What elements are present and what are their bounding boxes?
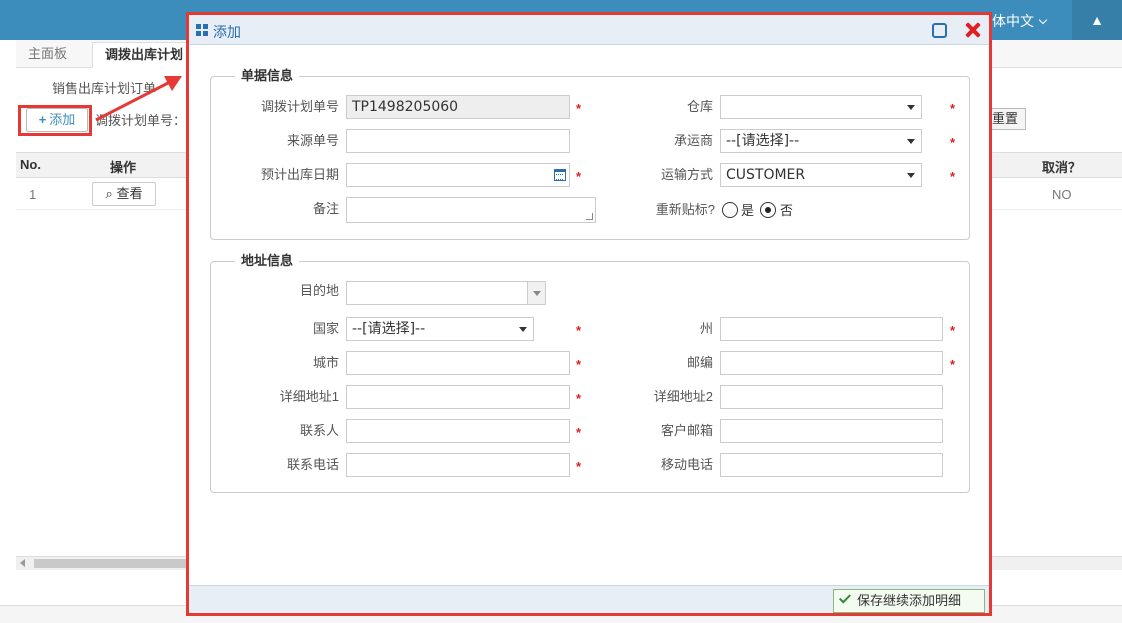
transport-select[interactable]: CUSTOMER [720, 163, 922, 187]
required-mark: * [576, 101, 582, 116]
chevron-down-icon [907, 105, 915, 110]
remark-label: 备注 [312, 201, 339, 216]
relabel-no-label[interactable]: 否 [780, 203, 793, 219]
source-no-field[interactable] [346, 129, 570, 153]
save-continue-button[interactable]: 保存继续添加明细 [833, 589, 985, 613]
ship-date-label: 预计出库日期 [260, 167, 339, 182]
chevron-down-icon[interactable] [527, 282, 545, 304]
tree-button[interactable]: ▲ [1072, 0, 1122, 40]
country-value: --[请选择]-- [352, 321, 426, 337]
plan-no-label: 调拨计划单号 [260, 99, 339, 114]
city-label: 城市 [312, 355, 339, 370]
highlight-box [18, 105, 92, 136]
country-label: 国家 [312, 321, 339, 336]
add-dialog: 添加 单据信息 调拨计划单号 TP1498205060 * 来源单号 预计出库日… [186, 12, 992, 616]
address1-field[interactable] [346, 385, 570, 409]
email-label: 客户邮箱 [660, 423, 713, 438]
dialog-titlebar[interactable]: 添加 [189, 15, 989, 45]
relabel-no-radio[interactable] [760, 202, 776, 218]
transport-label: 运输方式 [660, 167, 713, 182]
view-button-label: 查看 [116, 186, 143, 201]
maximize-icon[interactable] [932, 23, 947, 38]
phone-field[interactable] [346, 453, 570, 477]
remark-textarea[interactable] [346, 197, 596, 223]
transport-value: CUSTOMER [726, 167, 806, 183]
column-no: No. [20, 157, 41, 172]
carrier-label: 承运商 [673, 133, 713, 148]
state-label: 州 [699, 321, 713, 336]
required-mark: * [950, 357, 956, 372]
tab-transfer-plan[interactable]: 调拨出库计划 [92, 42, 197, 68]
language-label: 体中文 [992, 13, 1034, 29]
tab-label: 调拨出库计划 [105, 47, 184, 62]
relabel-yes-label[interactable]: 是 [741, 203, 754, 219]
save-continue-label: 保存继续添加明细 [857, 593, 962, 608]
required-mark: * [576, 391, 582, 406]
chevron-down-icon [1038, 15, 1048, 25]
city-field[interactable] [346, 351, 570, 375]
required-mark: * [950, 169, 956, 184]
relabel-yes-radio[interactable] [722, 202, 738, 218]
grid-icon [196, 24, 208, 36]
contact-label: 联系人 [299, 423, 339, 438]
ship-date-field[interactable] [346, 163, 570, 187]
source-no-label: 来源单号 [286, 133, 339, 148]
language-selector[interactable]: 体中文 [992, 11, 1048, 31]
search-icon: ⌕ [105, 186, 117, 201]
carrier-select[interactable]: --[请选择]-- [720, 129, 922, 153]
state-field[interactable] [720, 317, 943, 341]
required-mark: * [950, 323, 956, 338]
filter-label: 调拨计划单号： [95, 113, 187, 128]
country-select[interactable]: --[请选择]-- [346, 317, 534, 341]
zip-label: 邮编 [686, 355, 713, 370]
calendar-icon[interactable] [554, 169, 566, 181]
address2-field[interactable] [720, 385, 943, 409]
email-field[interactable] [720, 419, 943, 443]
required-mark: * [576, 459, 582, 474]
section-title: 地址信息 [235, 253, 300, 269]
contact-field[interactable] [346, 419, 570, 443]
plan-no-field: TP1498205060 [346, 95, 570, 119]
row-number: 1 [29, 187, 37, 202]
column-operation: 操作 [110, 160, 137, 175]
tab-dashboard[interactable]: 主面板 [16, 42, 79, 68]
mobile-field[interactable] [720, 453, 943, 477]
warehouse-label: 仓库 [686, 99, 713, 114]
destination-label: 目的地 [299, 283, 339, 298]
zip-field[interactable] [720, 351, 943, 375]
panel-legend: 销售出库计划订单 [52, 81, 157, 96]
chevron-down-icon [907, 139, 915, 144]
required-mark: * [576, 357, 582, 372]
dialog-title: 添加 [213, 24, 241, 40]
carrier-value: --[请选择]-- [726, 133, 800, 149]
required-mark: * [576, 169, 582, 184]
check-icon [838, 591, 852, 604]
dialog-footer: 保存继续添加明细 [189, 585, 989, 613]
column-cancel[interactable]: 取消？ [1042, 157, 1081, 176]
address1-label: 详细地址1 [279, 389, 339, 404]
view-button[interactable]: ⌕ 查看 [92, 182, 156, 206]
address2-label: 详细地址2 [653, 389, 713, 404]
cancel-value: NO [1052, 187, 1072, 202]
mobile-label: 移动电话 [660, 457, 713, 472]
required-mark: * [576, 323, 582, 338]
chevron-down-icon [519, 327, 527, 332]
section-title: 单据信息 [235, 68, 300, 84]
chevron-down-icon [907, 173, 915, 178]
close-icon[interactable] [963, 20, 983, 40]
tab-label: 主面板 [28, 46, 68, 61]
required-mark: * [576, 425, 582, 440]
resize-grip-icon[interactable] [586, 213, 593, 220]
destination-combo[interactable] [346, 281, 546, 305]
phone-label: 联系电话 [286, 457, 339, 472]
relabel-label: 重新贴标? [655, 202, 715, 217]
required-mark: * [950, 135, 956, 150]
scroll-left-icon[interactable] [20, 559, 25, 567]
required-mark: * [950, 101, 956, 116]
tree-icon: ▲ [1090, 12, 1104, 28]
warehouse-select[interactable] [720, 95, 922, 119]
